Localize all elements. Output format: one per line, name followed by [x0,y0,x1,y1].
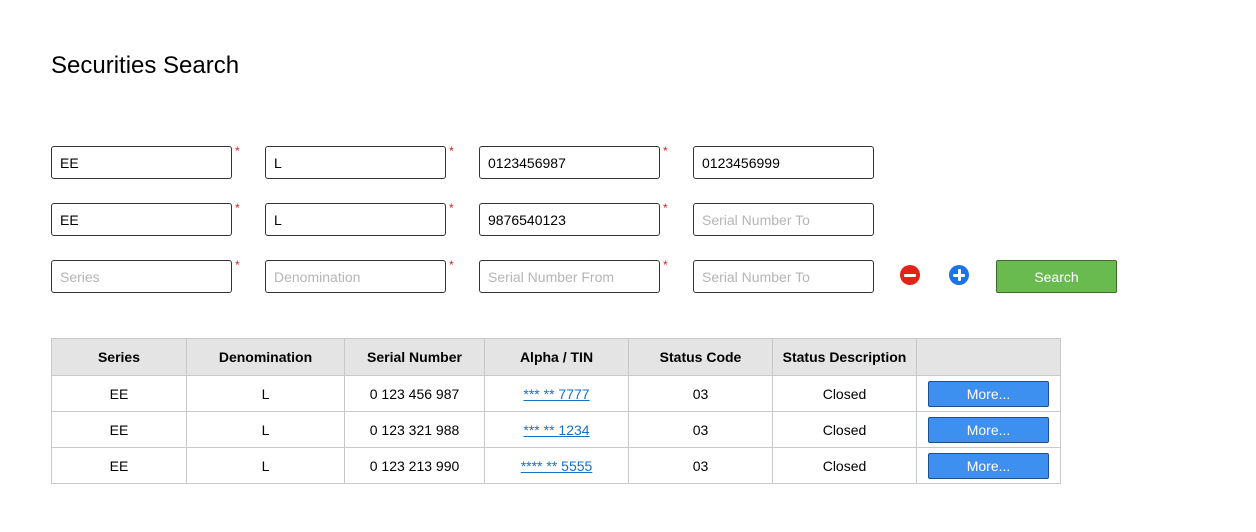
page-title: Securities Search [51,52,240,79]
required-mark: * [449,201,454,215]
denomination-field-wrap: * [265,201,454,236]
serial-from-field-wrap: * [479,201,668,236]
denomination-field-wrap: * [265,258,454,293]
serial-from-field-wrap: * [479,258,668,293]
column-header-status-description: Status Description [772,338,917,376]
cell-denomination: L [186,411,345,448]
required-mark: * [663,144,668,158]
cell-status-code: 03 [628,411,773,448]
more-button[interactable]: More... [928,416,1049,443]
more-button[interactable]: More... [928,380,1049,407]
search-button[interactable]: Search [996,260,1117,293]
denomination-field-wrap: * [265,144,454,179]
serial-from-field-wrap: * [479,144,668,179]
cell-serial-number: 0 123 213 990 [344,447,485,484]
cell-alpha-tin: **** ** 5555 [484,447,629,484]
table-row: EE L 0 123 321 988 *** ** 1234 03 Closed… [51,411,1061,448]
more-button[interactable]: More... [928,452,1049,479]
denomination-input[interactable] [265,203,446,236]
required-mark: * [449,258,454,272]
serial-number-to-input[interactable] [693,260,874,293]
cell-alpha-tin: *** ** 1234 [484,411,629,448]
remove-row-button[interactable] [900,265,920,285]
alpha-tin-link[interactable]: *** ** 7777 [523,386,589,402]
required-mark: * [449,144,454,158]
series-field-wrap: * [51,144,240,179]
cell-status-description: Closed [772,375,917,412]
column-header-alpha-tin: Alpha / TIN [484,338,629,376]
cell-status-code: 03 [628,447,773,484]
required-mark: * [235,144,240,158]
cell-status-description: Closed [772,447,917,484]
cell-denomination: L [186,375,345,412]
series-input[interactable] [51,146,232,179]
required-mark: * [663,201,668,215]
serial-number-to-input[interactable] [693,146,874,179]
serial-number-from-input[interactable] [479,260,660,293]
table-row: EE L 0 123 456 987 *** ** 7777 03 Closed… [51,375,1061,412]
serial-to-field-wrap [693,203,874,236]
table-header-row: Series Denomination Serial Number Alpha … [51,338,1061,376]
denomination-input[interactable] [265,146,446,179]
series-field-wrap: * [51,258,240,293]
cell-alpha-tin: *** ** 7777 [484,375,629,412]
required-mark: * [235,201,240,215]
column-header-series: Series [51,338,187,376]
required-mark: * [235,258,240,272]
column-header-serial-number: Serial Number [344,338,485,376]
denomination-input[interactable] [265,260,446,293]
serial-number-from-input[interactable] [479,146,660,179]
serial-to-field-wrap [693,260,874,293]
cell-actions: More... [916,447,1061,484]
cell-actions: More... [916,411,1061,448]
cell-status-code: 03 [628,375,773,412]
required-mark: * [663,258,668,272]
series-input[interactable] [51,260,232,293]
cell-denomination: L [186,447,345,484]
serial-number-to-input[interactable] [693,203,874,236]
alpha-tin-link[interactable]: **** ** 5555 [521,458,593,474]
column-header-denomination: Denomination [186,338,345,376]
column-header-actions [916,338,1061,376]
cell-series: EE [51,447,187,484]
cell-serial-number: 0 123 456 987 [344,375,485,412]
minus-circle-icon [904,274,916,277]
table-row: EE L 0 123 213 990 **** ** 5555 03 Close… [51,447,1061,484]
serial-to-field-wrap [693,146,874,179]
serial-number-from-input[interactable] [479,203,660,236]
series-field-wrap: * [51,201,240,236]
cell-series: EE [51,411,187,448]
alpha-tin-link[interactable]: *** ** 1234 [523,422,589,438]
column-header-status-code: Status Code [628,338,773,376]
cell-status-description: Closed [772,411,917,448]
add-row-button[interactable] [949,265,969,285]
cell-actions: More... [916,375,1061,412]
cell-serial-number: 0 123 321 988 [344,411,485,448]
results-table: Series Denomination Serial Number Alpha … [51,338,1061,484]
cell-series: EE [51,375,187,412]
series-input[interactable] [51,203,232,236]
